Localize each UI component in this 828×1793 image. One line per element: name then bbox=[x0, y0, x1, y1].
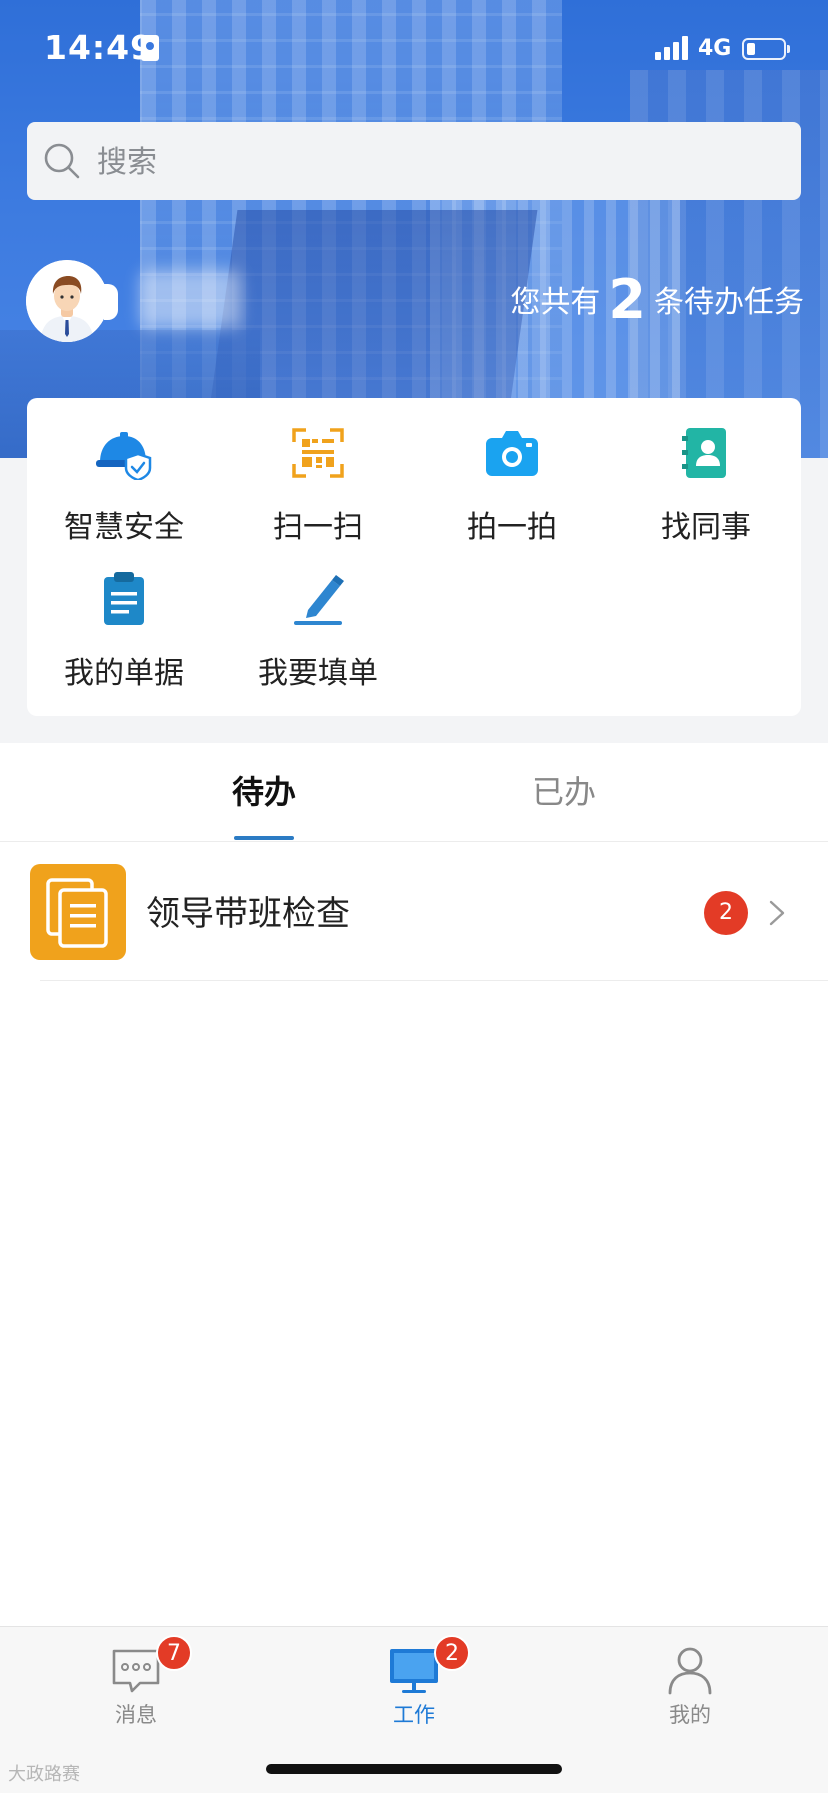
camera-icon bbox=[486, 431, 538, 476]
quick-action-photo[interactable]: 拍一拍 bbox=[415, 398, 609, 545]
nav-label: 工作 bbox=[393, 1703, 435, 1727]
person-icon bbox=[668, 1647, 712, 1695]
task-title: 领导带班检查 bbox=[146, 894, 350, 934]
divider bbox=[40, 980, 828, 981]
documents-icon bbox=[46, 878, 108, 948]
contact-card-icon bbox=[141, 35, 159, 61]
search-bar[interactable] bbox=[27, 122, 801, 202]
search-input[interactable] bbox=[95, 122, 789, 202]
nav-work[interactable]: 2 工作 bbox=[334, 1627, 494, 1747]
list-item[interactable]: 领导带班检查 2 bbox=[0, 842, 828, 980]
status-time: 14:49 bbox=[44, 28, 155, 67]
quick-action-label: 我要填单 bbox=[258, 656, 378, 691]
pen-edit-icon bbox=[294, 575, 344, 625]
nav-messages[interactable]: 7 消息 bbox=[56, 1627, 216, 1747]
task-list: 领导带班检查 2 bbox=[0, 842, 828, 1626]
clipboard-icon bbox=[104, 572, 144, 625]
quick-action-find-colleague[interactable]: 找同事 bbox=[609, 398, 803, 545]
chat-bubble-icon bbox=[112, 1649, 160, 1693]
todo-prefix: 您共有 bbox=[510, 285, 601, 320]
nav-badge: 7 bbox=[156, 1635, 192, 1671]
nav-badge: 2 bbox=[434, 1635, 470, 1671]
todo-count: 2 bbox=[608, 268, 646, 331]
task-icon-tile bbox=[30, 864, 126, 960]
tab-done[interactable]: 已办 bbox=[464, 743, 664, 841]
status-bar: 14:49 4G bbox=[0, 0, 828, 100]
watermark: 大政路赛 bbox=[8, 1764, 80, 1785]
quick-action-label: 智慧安全 bbox=[64, 510, 184, 545]
user-avatar-icon bbox=[26, 260, 108, 342]
quick-action-label: 扫一扫 bbox=[273, 510, 363, 545]
task-tabs: 待办 已办 bbox=[0, 743, 828, 842]
quick-action-label: 找同事 bbox=[661, 510, 751, 545]
tab-todo[interactable]: 待办 bbox=[164, 743, 364, 841]
nav-label: 我的 bbox=[669, 1703, 711, 1727]
task-count-badge: 2 bbox=[704, 891, 748, 935]
contacts-icon bbox=[682, 428, 726, 478]
avatar[interactable] bbox=[26, 260, 108, 342]
todo-suffix: 条待办任务 bbox=[654, 285, 804, 320]
quick-action-label: 我的单据 bbox=[64, 656, 184, 691]
user-name-blurred bbox=[140, 270, 240, 328]
nav-mine[interactable]: 我的 bbox=[610, 1627, 770, 1747]
quick-action-label: 拍一拍 bbox=[467, 510, 557, 545]
home-indicator[interactable] bbox=[266, 1764, 562, 1774]
quick-action-my-documents[interactable]: 我的单据 bbox=[27, 544, 221, 691]
network-type: 4G bbox=[698, 36, 732, 61]
quick-action-scan[interactable]: 扫一扫 bbox=[221, 398, 415, 545]
battery-icon bbox=[742, 38, 790, 60]
safety-helmet-icon bbox=[96, 432, 152, 480]
signal-strength-icon bbox=[655, 36, 689, 60]
quick-actions-card: 智慧安全 扫一扫 拍一拍 找同事 我的单据 我要填单 bbox=[27, 398, 801, 716]
quick-action-fill-form[interactable]: 我要填单 bbox=[221, 544, 415, 691]
scan-qr-icon bbox=[292, 428, 344, 478]
avatar-edge bbox=[104, 284, 118, 320]
monitor-icon bbox=[390, 1649, 438, 1693]
quick-action-smart-safety[interactable]: 智慧安全 bbox=[27, 398, 221, 545]
chevron-right-icon bbox=[769, 900, 785, 926]
nav-label: 消息 bbox=[115, 1703, 157, 1727]
search-icon bbox=[44, 143, 80, 179]
active-tab-indicator bbox=[234, 836, 294, 840]
todo-summary: 您共有 2 条待办任务 bbox=[510, 268, 804, 331]
